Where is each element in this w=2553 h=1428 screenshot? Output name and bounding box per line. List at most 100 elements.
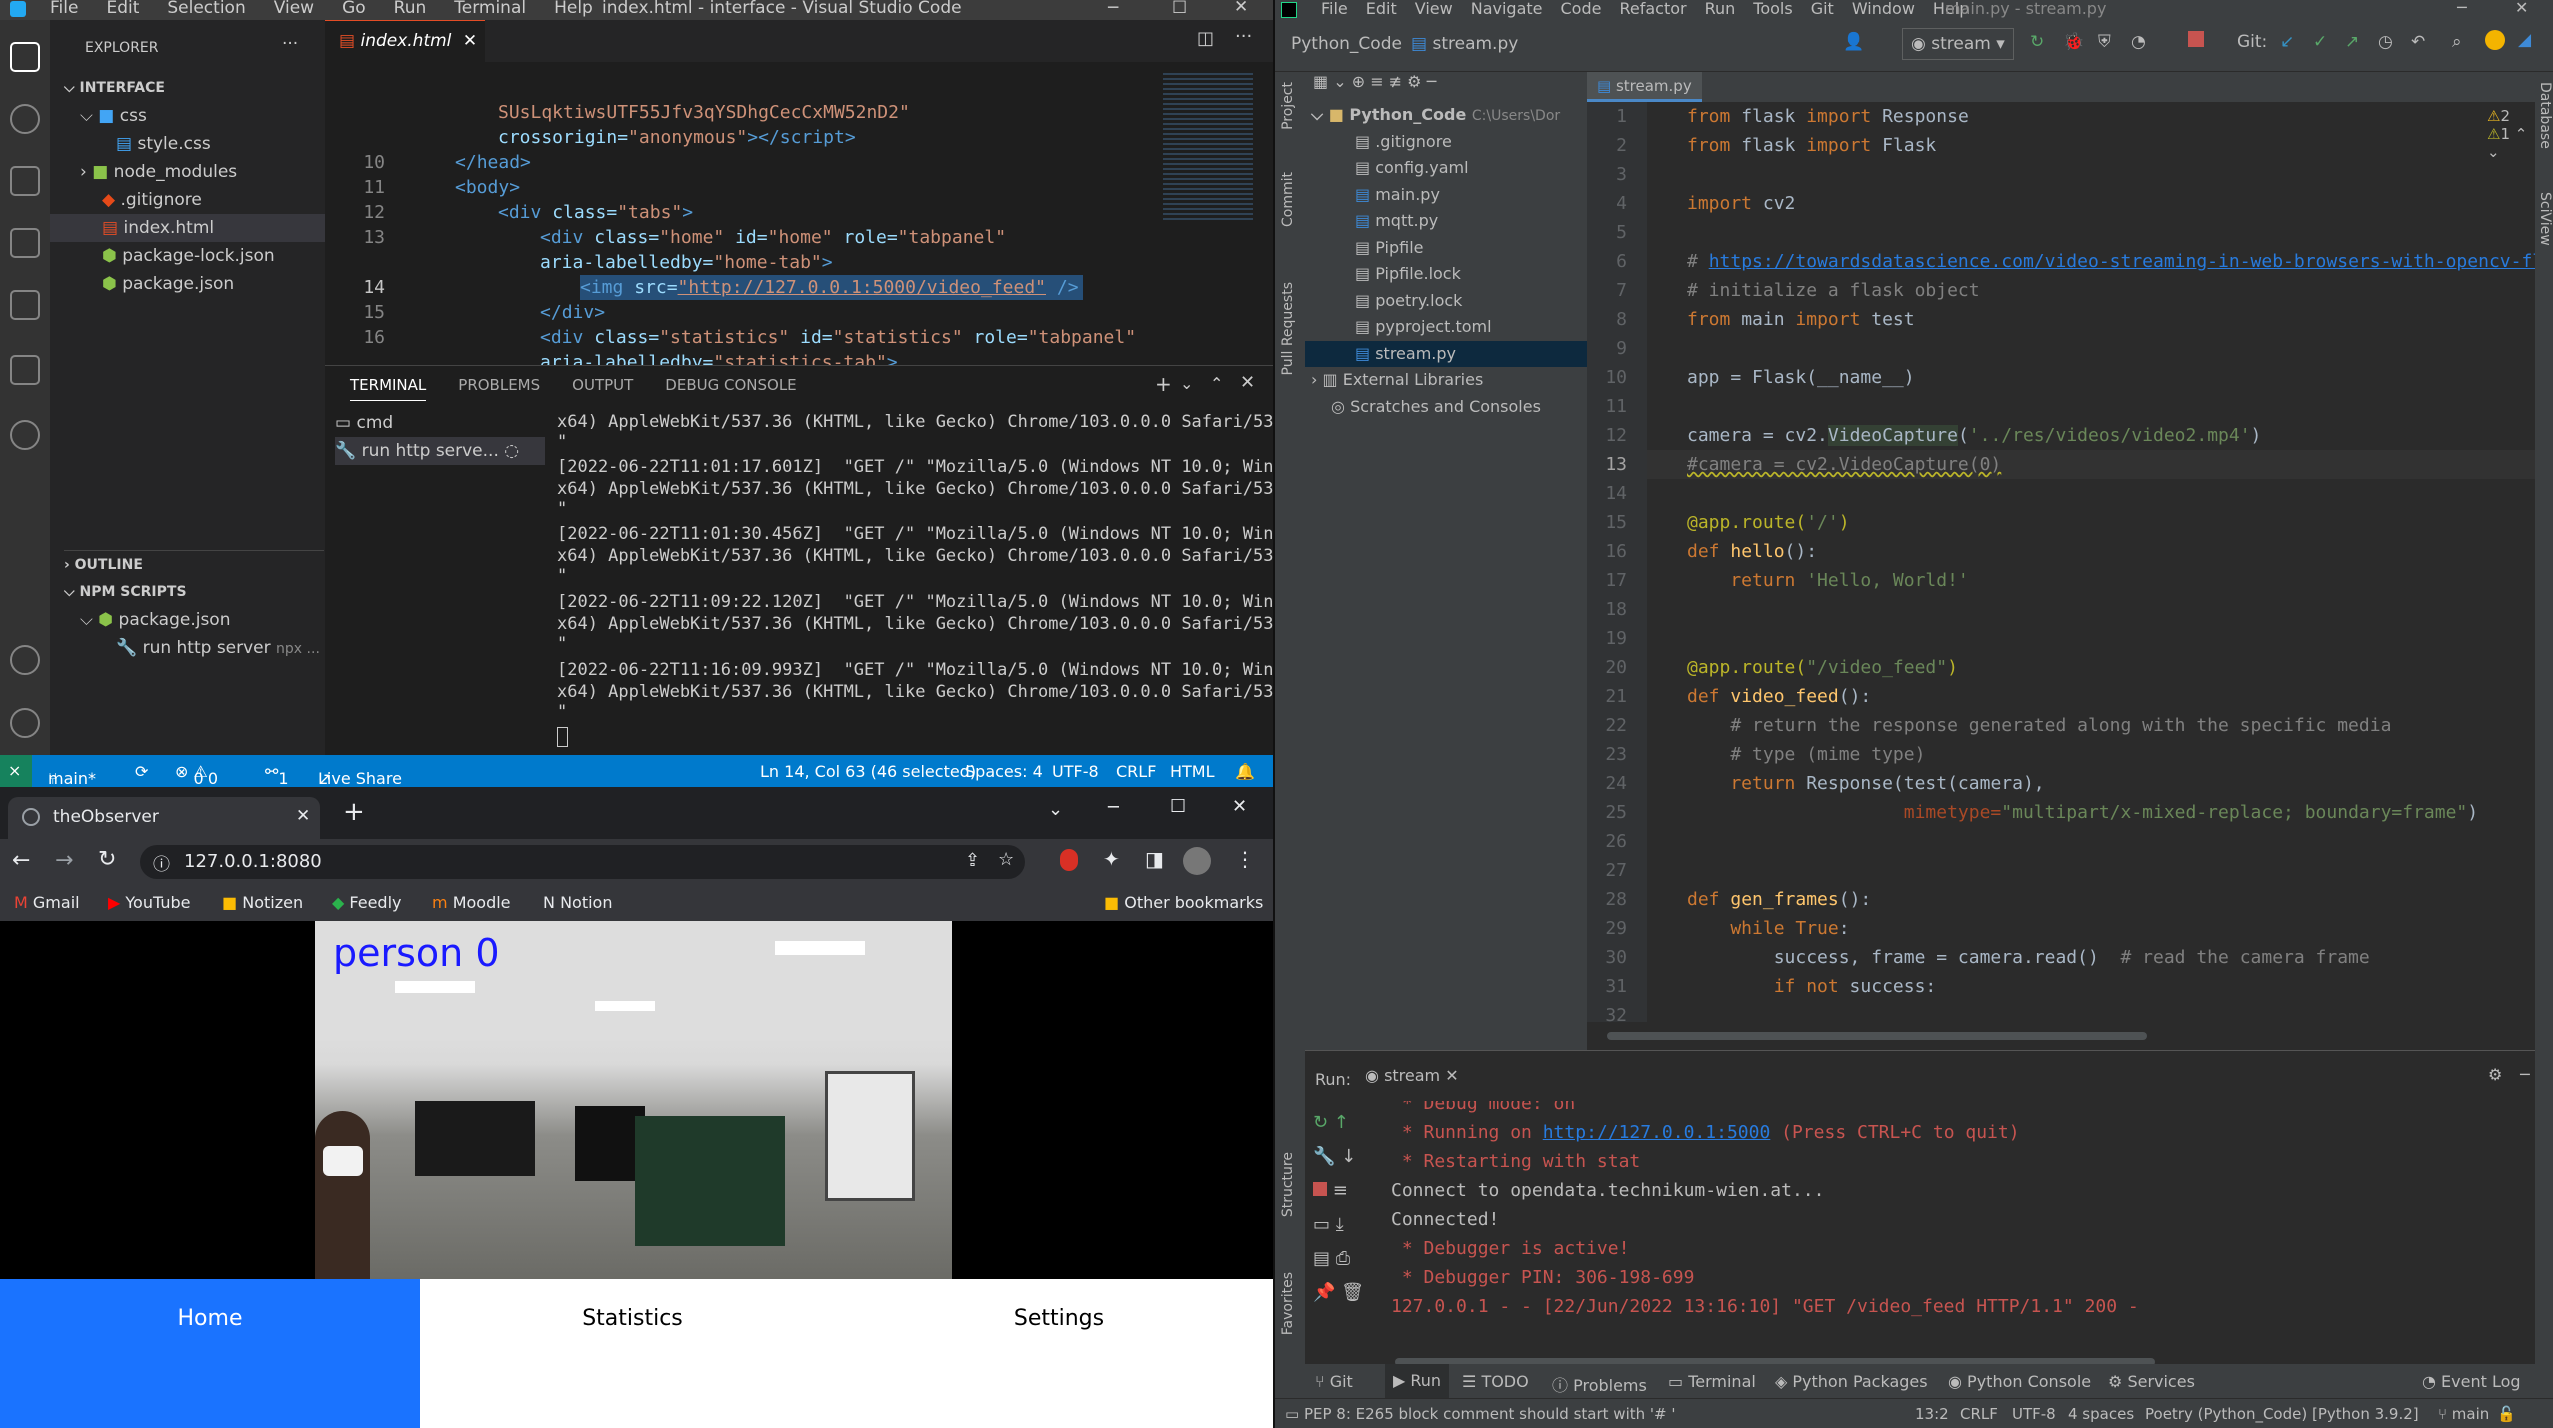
maximize-icon[interactable]: ☐ (1170, 796, 1186, 817)
menu-file[interactable]: File (50, 0, 78, 18)
rollback-icon[interactable]: ↶ (2411, 32, 2425, 52)
extension-icon[interactable] (1060, 849, 1078, 871)
outline-section[interactable]: › OUTLINE (64, 550, 324, 578)
bookmark-notion[interactable]: N Notion (543, 893, 612, 912)
tool-problems[interactable]: ⓘ Problems (1552, 1372, 1647, 1396)
tool-python-console[interactable]: ◉ Python Console (1948, 1372, 2091, 1391)
address-bar[interactable]: ⓘ 127.0.0.1:8080 ⇪ ☆ (140, 845, 1025, 879)
project-file[interactable]: ▤ config.yaml (1355, 155, 1469, 181)
caret-position[interactable]: 13:2 (1915, 1405, 1949, 1423)
lock-icon[interactable]: 🔓 (2497, 1405, 2516, 1423)
menu-selection[interactable]: Selection (167, 0, 245, 18)
tool-sciview[interactable]: SciView (2537, 192, 2553, 246)
menu-terminal[interactable]: Terminal (454, 0, 526, 18)
tool-database[interactable]: Database (2537, 82, 2553, 149)
menu-refactor[interactable]: Refactor (1619, 0, 1686, 18)
profile-icon[interactable]: ◔ (2131, 32, 2146, 52)
bookmark-gmail[interactable]: M Gmail (14, 893, 80, 912)
bookmark-feedly[interactable]: ◆ Feedly (332, 893, 402, 912)
project-toolbar-icons[interactable]: ▦ ⌄ ⊕ ≡ ≢ ⚙ ─ (1313, 72, 1436, 91)
accounts-icon[interactable] (10, 645, 40, 675)
sync-icon[interactable]: ⟳ (135, 762, 148, 781)
project-file[interactable]: ▤ main.py (1355, 182, 1440, 208)
menu-edit[interactable]: Edit (1366, 0, 1397, 18)
split-editor-icon[interactable]: ◫ (1197, 28, 1214, 49)
remote-icon[interactable] (10, 420, 40, 450)
close-icon[interactable]: ✕ (1232, 796, 1247, 817)
run-tab-stream[interactable]: ◉ stream ✕ (1365, 1066, 1459, 1085)
menu-file[interactable]: File (1321, 0, 1348, 18)
tree-folder-node-modules[interactable]: › ■ node_modules (80, 158, 237, 186)
project-file-selected[interactable]: ▤ stream.py (1305, 341, 1587, 367)
extensions-puzzle-icon[interactable]: ✦ (1103, 847, 1120, 871)
settings-gear-icon[interactable]: ⚙ (2488, 1065, 2502, 1084)
menu-go[interactable]: Go (342, 0, 366, 18)
project-file[interactable]: ▤ .gitignore (1355, 129, 1452, 155)
project-root[interactable]: ⌵ ■ Python_Code C:\Users\Dor (1311, 102, 1560, 128)
project-file[interactable]: ▤ Pipfile (1355, 235, 1423, 261)
reload-icon[interactable]: ↻ (98, 847, 116, 872)
nav-tab-home[interactable]: Home (0, 1279, 420, 1428)
menu-view[interactable]: View (1415, 0, 1453, 18)
tool-terminal[interactable]: ▭ Terminal (1668, 1372, 1756, 1391)
terminal-output[interactable]: x64) AppleWebKit/537.36 (KHTML, like Gec… (325, 411, 1273, 756)
new-tab-icon[interactable]: + (343, 797, 365, 827)
tool-python-packages[interactable]: ◈ Python Packages (1775, 1372, 1928, 1391)
back-icon[interactable]: ← (12, 848, 30, 873)
scrollbar-thumb[interactable] (1607, 1032, 2147, 1040)
user-icon[interactable]: 👤 (1843, 32, 1864, 52)
language-mode[interactable]: HTML (1170, 762, 1215, 781)
minimize-icon[interactable]: ─ (1108, 797, 1119, 818)
forward-icon[interactable]: → (55, 848, 73, 873)
menu-view[interactable]: View (274, 0, 314, 18)
run-config-select[interactable]: ◉ stream ▾ (1902, 28, 2014, 60)
encoding[interactable]: UTF-8 (1052, 762, 1099, 781)
breadcrumb-project[interactable]: Python_Code (1291, 34, 1402, 54)
debug-icon[interactable]: 🐞 (2063, 32, 2084, 52)
menu-window[interactable]: Window (1852, 0, 1915, 18)
tool-run[interactable]: ▶ Run (1385, 1364, 1450, 1398)
menu-run[interactable]: Run (1705, 0, 1736, 18)
more-actions-icon[interactable]: ··· (282, 34, 298, 54)
ports-indicator[interactable]: ⚯ 1 (265, 762, 289, 787)
tool-project[interactable]: Project (1280, 82, 1296, 130)
new-terminal-icon[interactable]: + (1155, 372, 1172, 396)
menu-code[interactable]: Code (1561, 0, 1602, 18)
status-message[interactable]: ▭ PEP 8: E265 block comment should start… (1285, 1405, 1675, 1423)
maximize-panel-icon[interactable]: ⌃ (1210, 374, 1223, 393)
tab-output[interactable]: OUTPUT (572, 376, 633, 401)
menu-edit[interactable]: Edit (106, 0, 139, 18)
browser-tab[interactable]: theObserver ✕ (8, 797, 320, 839)
tool-favorites[interactable]: Favorites (1280, 1272, 1296, 1335)
close-icon[interactable]: ✕ (2515, 0, 2528, 17)
search-icon[interactable] (10, 104, 40, 134)
bookmark-moodle[interactable]: m Moodle (432, 893, 511, 912)
project-file[interactable]: ▤ poetry.lock (1355, 288, 1462, 314)
editor-tab-index-html[interactable]: ▤ index.html ✕ (325, 20, 485, 62)
remote-indicator-icon[interactable]: ⨯ (0, 755, 32, 787)
site-info-icon[interactable]: ⓘ (153, 850, 170, 875)
project-file[interactable]: ▤ pyproject.toml (1355, 314, 1492, 340)
tree-file-style-css[interactable]: ▤ style.css (116, 130, 211, 158)
tree-root[interactable]: ⌵ INTERFACE (64, 74, 165, 102)
tool-todo[interactable]: ☰ TODO (1462, 1372, 1529, 1391)
close-tab-icon[interactable]: ✕ (1445, 1066, 1458, 1085)
other-bookmarks[interactable]: ■ Other bookmarks (1104, 893, 1263, 912)
tool-commit[interactable]: Commit (1280, 172, 1296, 227)
project-file[interactable]: ▤ mqtt.py (1355, 208, 1438, 234)
profile-avatar[interactable] (1183, 847, 1211, 875)
bookmark-notizen[interactable]: ■ Notizen (222, 893, 303, 912)
tab-search-icon[interactable]: ⌄ (1048, 799, 1063, 820)
rerun-icon[interactable]: ↻ (2030, 32, 2044, 52)
close-tab-icon[interactable]: ✕ (296, 806, 310, 826)
explorer-icon[interactable] (10, 42, 40, 72)
tool-services[interactable]: ⚙ Services (2108, 1372, 2195, 1391)
code-area[interactable]: 1 2 3 4 5 6 7 8 9 10 11 12 13 14 15 16 17 18 19 20 21 22 23 24 2… (1587, 102, 2553, 1050)
coverage-icon[interactable]: ⛨ (2098, 32, 2111, 52)
indentation[interactable]: Spaces: 4 (965, 762, 1043, 781)
tree-file-index-html[interactable]: ▤ index.html (50, 214, 325, 242)
source-control-icon[interactable] (10, 166, 40, 196)
file-encoding[interactable]: UTF-8 (2012, 1405, 2056, 1423)
inspection-widget[interactable]: ⚠2 ⚠1 ⌃ ⌄ (2487, 107, 2535, 161)
bookmark-star-icon[interactable]: ☆ (998, 849, 1014, 870)
